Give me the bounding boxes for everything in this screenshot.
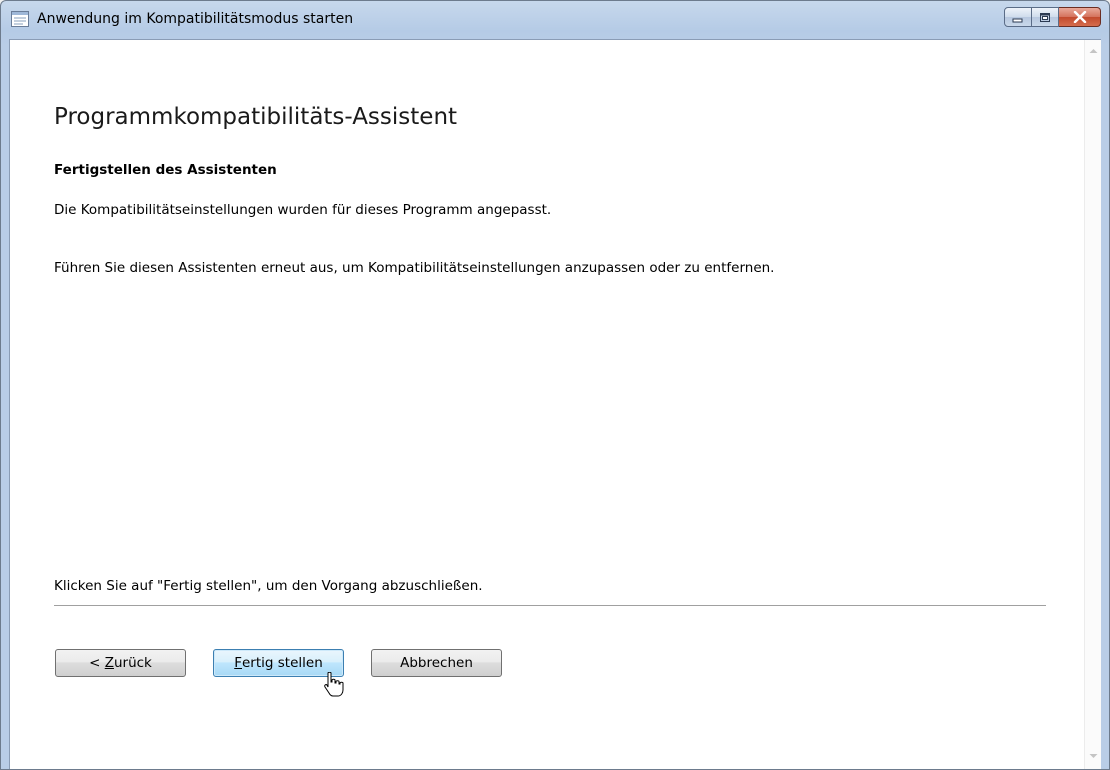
caption-buttons [1004, 7, 1101, 29]
wizard-window: Anwendung im Kompatibilitätsmodus starte… [0, 0, 1110, 770]
close-button[interactable] [1059, 7, 1101, 27]
info-text: Führen Sie diesen Assistenten erneut aus… [54, 260, 775, 276]
finish-button-accel: F [234, 655, 242, 671]
mouse-cursor-icon [322, 671, 344, 698]
minimize-button[interactable] [1004, 7, 1032, 27]
section-heading: Fertigstellen des Assistenten [54, 162, 277, 178]
back-button-label: urück [113, 655, 152, 671]
scroll-up-button[interactable] [1085, 40, 1102, 57]
title-bar[interactable]: Anwendung im Kompatibilitätsmodus starte… [1, 1, 1109, 39]
window-title: Anwendung im Kompatibilitätsmodus starte… [37, 11, 354, 27]
scroll-up-icon [1089, 39, 1098, 58]
window-app-icon [11, 11, 29, 27]
back-button-accel: Z [104, 655, 114, 671]
wizard-content: Programmkompatibilitäts-Assistent Fertig… [10, 40, 1084, 769]
cancel-button-label: Abbrechen [400, 655, 473, 671]
wizard-client-area: Programmkompatibilitäts-Assistent Fertig… [9, 39, 1101, 769]
cancel-button[interactable]: Abbrechen [371, 649, 502, 677]
close-icon [1073, 8, 1087, 27]
back-button-prefix: < [89, 655, 105, 671]
minimize-icon [1012, 8, 1024, 27]
page-title: Programmkompatibilitäts-Assistent [54, 104, 458, 130]
status-text: Die Kompatibilitätseinstellungen wurden … [54, 202, 552, 218]
instruction-text: Klicken Sie auf "Fertig stellen", um den… [54, 578, 483, 594]
maximize-button[interactable] [1032, 7, 1059, 27]
scroll-down-icon [1089, 744, 1098, 763]
finish-button-label: ertig stellen [242, 655, 323, 671]
scroll-down-button[interactable] [1085, 745, 1102, 762]
vertical-scrollbar[interactable] [1084, 40, 1102, 769]
divider [54, 605, 1046, 607]
back-button[interactable]: < Zurück [55, 649, 186, 677]
maximize-icon [1039, 8, 1051, 27]
